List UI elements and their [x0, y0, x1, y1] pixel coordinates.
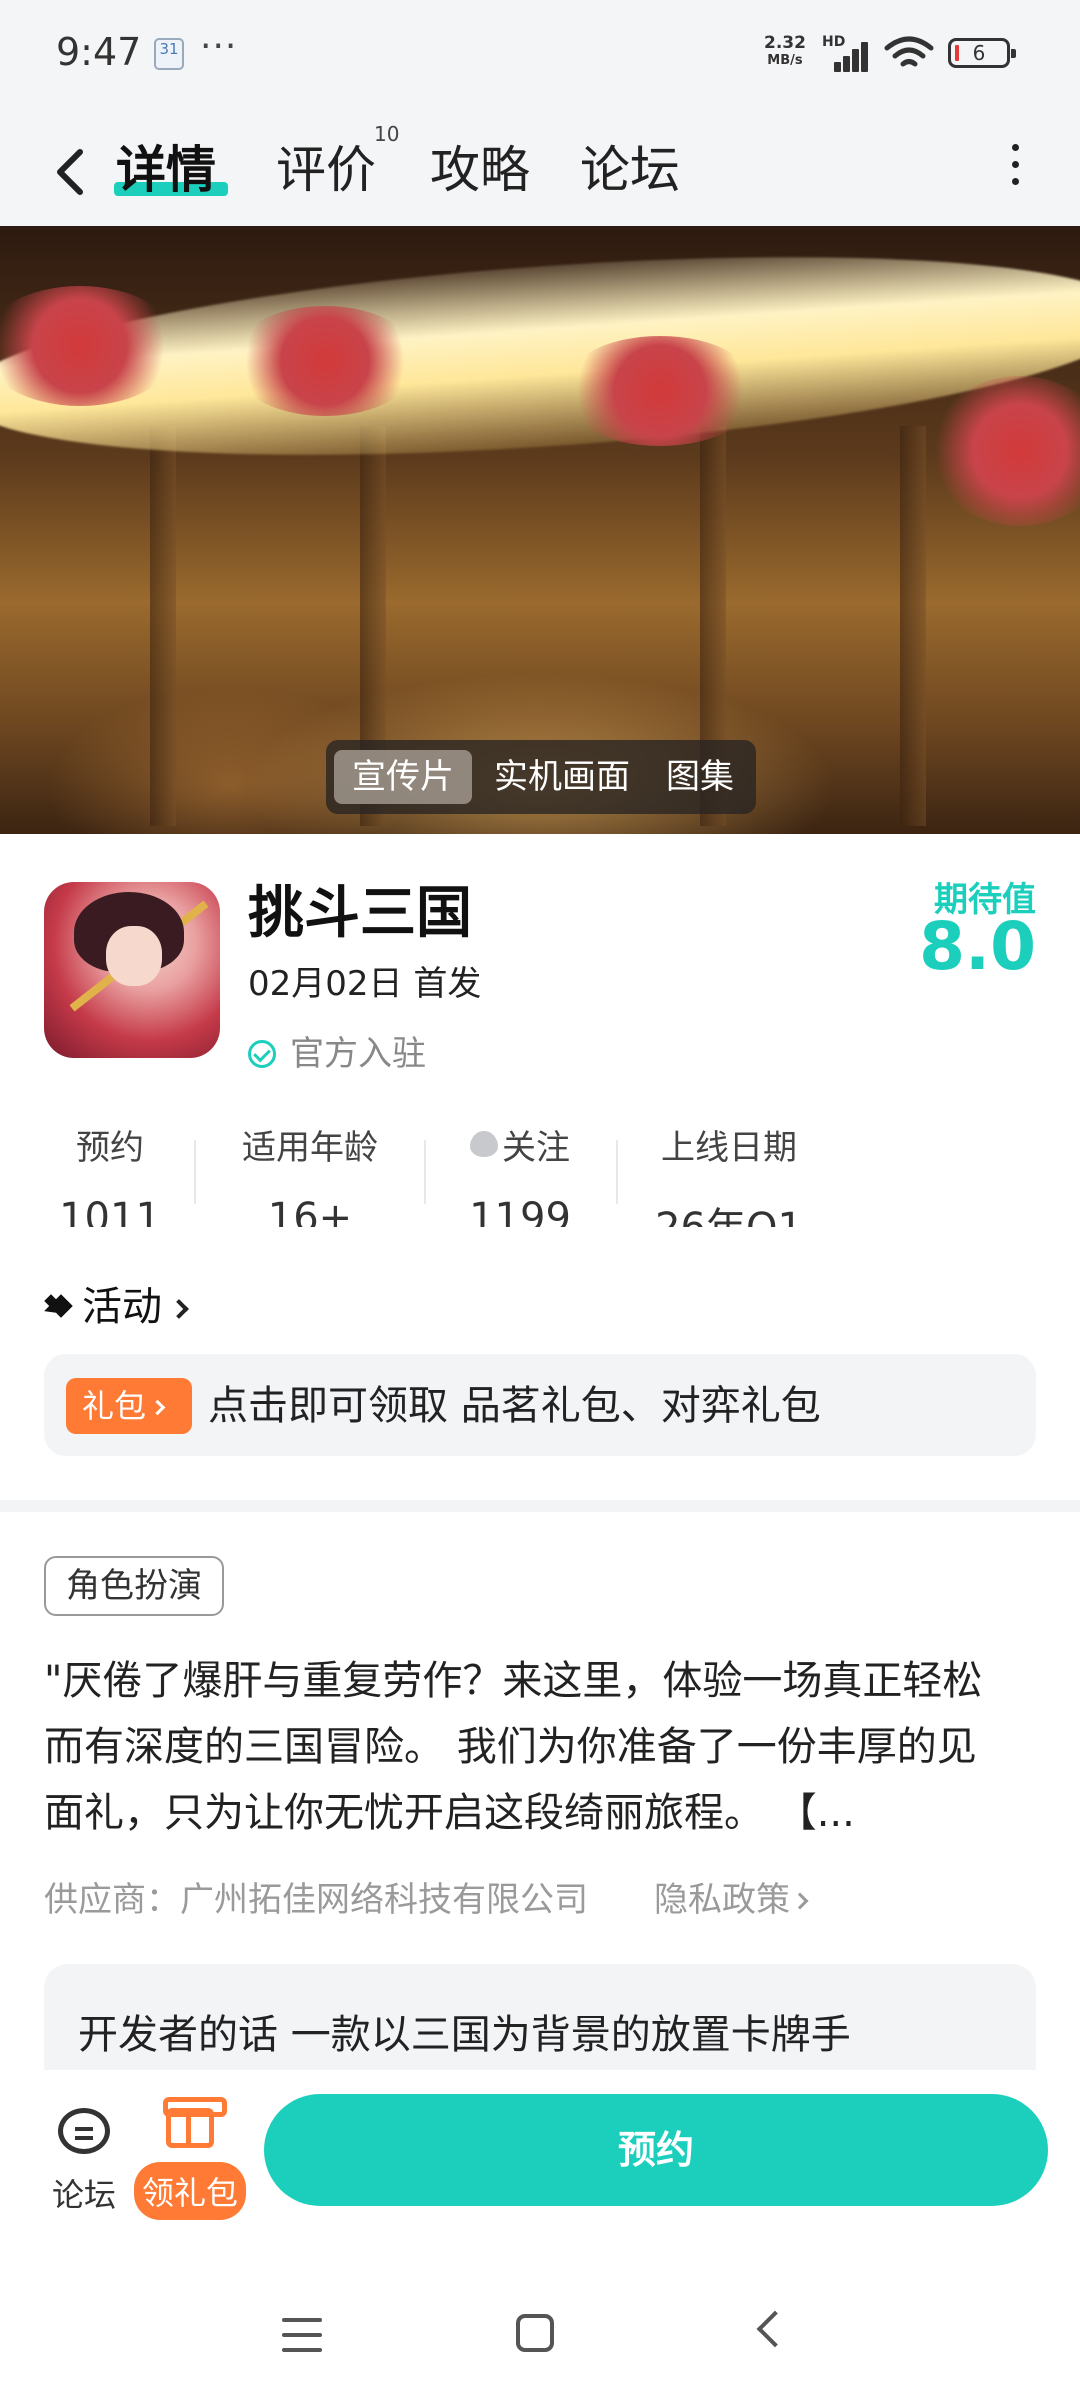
battery-icon: 6 [948, 38, 1016, 68]
more-notifications-icon: ··· [200, 26, 238, 67]
privacy-label: 隐私政策 [654, 1880, 790, 1920]
system-nav-bar [0, 2270, 1080, 2400]
gift-description: 点击即可领取 品茗礼包、对弈礼包 [208, 1383, 821, 1429]
stat-value: 16+ [267, 1195, 353, 1227]
privacy-policy-link[interactable]: 隐私政策 [654, 1872, 809, 1921]
release-date: 02月02日 首发 [248, 964, 482, 1004]
divider [194, 1140, 196, 1204]
more-options-icon[interactable] [1000, 138, 1030, 198]
forum-button[interactable]: 论坛 [44, 2108, 124, 2228]
system-back-icon[interactable] [756, 2310, 794, 2348]
bottom-action-bar: 论坛 领礼包 预约 [0, 2070, 1080, 2270]
stat-label: 关注 [502, 1128, 570, 1168]
media-tab-trailer[interactable]: 宣传片 [334, 750, 472, 804]
stat-followers[interactable]: 关注 1199 [450, 1120, 590, 1227]
stat-label: 适用年龄 [242, 1128, 378, 1168]
media-tab-gallery[interactable]: 图集 [652, 750, 748, 804]
divider [616, 1140, 618, 1204]
back-icon[interactable] [40, 128, 100, 208]
verified-icon [248, 1040, 276, 1068]
gift-icon [163, 2097, 227, 2148]
stat-label: 上线日期 [661, 1128, 797, 1168]
recent-apps-icon[interactable] [282, 2318, 322, 2352]
tab-forum[interactable]: 论坛 [580, 130, 680, 202]
stat-value: 26年Q1 [644, 1195, 814, 1227]
hero-media[interactable]: 宣传片 实机画面 图集 [0, 226, 1080, 834]
network-speed: 2.32 MB/s [764, 34, 806, 70]
claim-gift-label: 领礼包 [134, 2162, 247, 2220]
gift-card[interactable]: 礼包 点击即可领取 品茗礼包、对弈礼包 [44, 1354, 1036, 1456]
top-nav: 详情 评价 10 攻略 论坛 [0, 108, 1080, 226]
stat-value: 1199 [469, 1195, 571, 1227]
divider [424, 1140, 426, 1204]
calendar-icon: 31 [154, 38, 184, 70]
developer-note: 开发者的话 一款以三国为背景的放置卡牌手 [78, 2012, 851, 2058]
hero-decoration [900, 426, 926, 826]
chevron-right-icon [791, 1892, 809, 1910]
reserve-button[interactable]: 预约 [264, 2094, 1048, 2206]
supplier-info: 供应商：广州拓佳网络科技有限公司 [44, 1880, 588, 1920]
network-speed-unit: MB/s [767, 53, 803, 68]
stat-label: 预约 [76, 1128, 144, 1168]
tab-details[interactable]: 详情 [116, 130, 216, 202]
tab-guides[interactable]: 攻略 [430, 130, 530, 202]
hd-indicator: HD [822, 34, 846, 50]
status-bar: 9:47 31 ··· 2.32 MB/s HD 6 [0, 0, 1080, 108]
stat-launch-date: 上线日期 26年Q1 [644, 1120, 814, 1227]
home-icon[interactable] [516, 2314, 554, 2352]
stat-reservations: 预约 1011 [50, 1120, 170, 1227]
hero-decoration [230, 306, 420, 416]
official-badge: 官方入驻 [248, 1026, 426, 1075]
media-tab-gameplay[interactable]: 实机画面 [482, 750, 642, 804]
app-icon [44, 882, 220, 1058]
media-switcher: 宣传片 实机画面 图集 [326, 740, 756, 814]
game-description[interactable]: "厌倦了爆肝与重复劳作？来这里，体验一场真正轻松而有深度的三国冒险。 我们为你准… [44, 1648, 1014, 1846]
hero-decoration [150, 426, 176, 826]
genre-tag[interactable]: 角色扮演 [44, 1556, 224, 1616]
official-label: 官方入驻 [290, 1034, 426, 1074]
network-speed-value: 2.32 [764, 33, 806, 53]
chat-bubble-icon [58, 2108, 110, 2154]
tab-reviews[interactable]: 评价 [276, 130, 376, 202]
claim-gift-button[interactable]: 领礼包 [134, 2097, 247, 2220]
hero-decoration [560, 336, 760, 446]
status-time: 9:47 [56, 30, 142, 74]
gift-tag-label: 礼包 [82, 1387, 147, 1425]
activity-link[interactable]: 活动 [44, 1274, 189, 1332]
activity-title: 活动 [82, 1284, 162, 1330]
reviews-count-badge: 10 [374, 122, 400, 146]
forum-label: 论坛 [51, 2176, 116, 2214]
gift-tag: 礼包 [66, 1378, 192, 1434]
chevron-right-icon [169, 1299, 189, 1319]
follow-heart-icon [470, 1131, 498, 1157]
chevron-right-icon [149, 1399, 166, 1416]
section-divider [0, 1500, 1080, 1512]
hero-decoration [930, 376, 1080, 526]
stat-age-rating: 适用年龄 16+ [220, 1120, 400, 1227]
stat-value: 1011 [59, 1195, 161, 1227]
expectation-score: 8.0 [919, 908, 1036, 985]
pin-icon [39, 1289, 73, 1323]
wifi-icon [884, 36, 934, 67]
app-title: 挑斗三国 [248, 881, 472, 946]
